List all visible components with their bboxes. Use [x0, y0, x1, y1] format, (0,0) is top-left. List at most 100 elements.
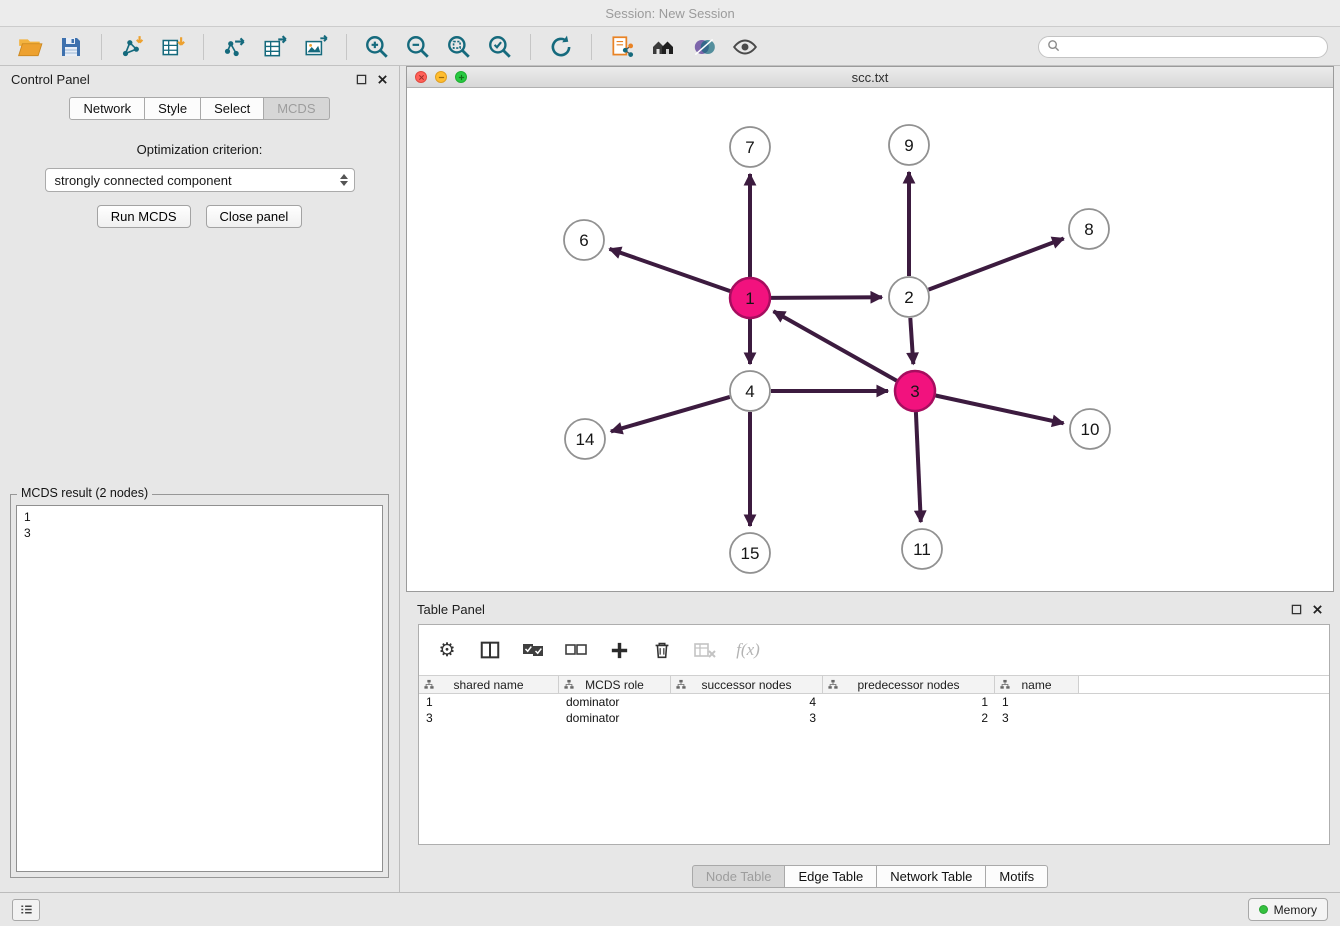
column-header-mcds-role[interactable]: MCDS role — [559, 676, 671, 693]
select-all-checkboxes-icon[interactable] — [519, 636, 547, 664]
search-icon — [1047, 39, 1060, 55]
column-header-shared-name[interactable]: shared name — [419, 676, 559, 693]
tab-edge-table[interactable]: Edge Table — [785, 865, 877, 888]
trash-icon[interactable] — [648, 636, 676, 664]
graph-node-6[interactable]: 6 — [564, 220, 604, 260]
dropdown-selected-value: strongly connected component — [55, 173, 232, 188]
houses-icon[interactable] — [645, 32, 681, 62]
minimize-window-icon[interactable] — [435, 71, 447, 83]
table-cell: 2 — [823, 710, 995, 726]
close-panel-button[interactable]: Close panel — [206, 205, 303, 228]
column-header-name[interactable]: name — [995, 676, 1079, 693]
style-icon[interactable] — [686, 32, 722, 62]
graph-node-15[interactable]: 15 — [730, 533, 770, 573]
import-network-icon[interactable] — [114, 32, 150, 62]
tab-mcds[interactable]: MCDS — [264, 97, 329, 120]
table-cell: 1 — [823, 694, 995, 710]
zoom-selected-icon[interactable] — [482, 32, 518, 62]
mcds-result-list[interactable]: 13 — [16, 505, 383, 872]
export-network-icon[interactable] — [216, 32, 252, 62]
tab-node-table[interactable]: Node Table — [692, 865, 786, 888]
column-header-successor-nodes[interactable]: successor nodes — [671, 676, 823, 693]
list-icon-button[interactable] — [12, 899, 40, 921]
tab-network-table[interactable]: Network Table — [877, 865, 986, 888]
svg-text:11: 11 — [913, 540, 931, 559]
table-cell: dominator — [559, 694, 671, 710]
zoom-in-icon[interactable] — [359, 32, 395, 62]
node-table-container: ⚙ f(x) — [418, 624, 1330, 845]
graph-node-4[interactable]: 4 — [730, 371, 770, 411]
tab-motifs[interactable]: Motifs — [986, 865, 1048, 888]
columns-icon[interactable] — [476, 636, 504, 664]
optimization-criterion-dropdown[interactable]: strongly connected component — [45, 168, 355, 192]
open-folder-icon[interactable] — [12, 32, 48, 62]
svg-text:9: 9 — [904, 136, 913, 155]
memory-button[interactable]: Memory — [1248, 898, 1328, 921]
tab-select[interactable]: Select — [201, 97, 264, 120]
import-table-icon[interactable] — [155, 32, 191, 62]
add-icon[interactable] — [605, 636, 633, 664]
network-window-titlebar[interactable]: scc.txt — [407, 67, 1333, 88]
close-window-icon[interactable] — [415, 71, 427, 83]
toolbar-separator — [101, 34, 102, 60]
zoom-out-icon[interactable] — [400, 32, 436, 62]
tab-network[interactable]: Network — [69, 97, 145, 120]
graph-edge[interactable] — [610, 249, 731, 291]
close-panel-icon[interactable] — [1312, 604, 1323, 615]
svg-text:8: 8 — [1084, 220, 1093, 239]
graph-node-7[interactable]: 7 — [730, 127, 770, 167]
dropdown-stepper-icon — [340, 174, 348, 186]
svg-text:3: 3 — [910, 382, 919, 401]
table-row[interactable]: 3dominator323 — [419, 710, 1329, 726]
network-from-selection-icon[interactable] — [604, 32, 640, 62]
close-panel-icon[interactable] — [377, 74, 388, 85]
toolbar-separator — [591, 34, 592, 60]
graph-edge[interactable] — [936, 396, 1064, 424]
graph-node-8[interactable]: 8 — [1069, 209, 1109, 249]
toolbar-separator — [203, 34, 204, 60]
result-item[interactable]: 3 — [17, 525, 382, 541]
float-panel-icon[interactable] — [1291, 604, 1302, 615]
search-field[interactable] — [1038, 36, 1328, 58]
graph-node-9[interactable]: 9 — [889, 125, 929, 165]
graph-edge[interactable] — [611, 397, 730, 432]
control-panel: Control Panel Network Style Select MCDS … — [0, 66, 400, 892]
delete-table-icon — [691, 636, 719, 664]
graph-edge[interactable] — [916, 412, 921, 522]
graph-edge[interactable] — [774, 311, 897, 380]
graph-edge[interactable] — [910, 318, 913, 364]
column-header-label: successor nodes — [701, 678, 791, 692]
graph-node-1[interactable]: 1 — [730, 278, 770, 318]
maximize-window-icon[interactable] — [455, 71, 467, 83]
table-header-row: shared nameMCDS role successor nodes prede… — [419, 675, 1329, 694]
save-icon[interactable] — [53, 32, 89, 62]
table-row[interactable]: 1dominator411 — [419, 694, 1329, 710]
search-input[interactable] — [1065, 40, 1319, 54]
graph-edge[interactable] — [771, 297, 882, 298]
float-panel-icon[interactable] — [356, 74, 367, 85]
result-item[interactable]: 1 — [17, 509, 382, 525]
eye-icon[interactable] — [727, 32, 763, 62]
run-mcds-button[interactable]: Run MCDS — [97, 205, 191, 228]
graph-edge[interactable] — [929, 239, 1064, 290]
unselect-all-checkboxes-icon[interactable] — [562, 636, 590, 664]
mcds-panel-body: Optimization criterion: strongly connect… — [0, 120, 399, 228]
svg-text:6: 6 — [579, 231, 588, 250]
column-header-predecessor-nodes[interactable]: predecessor nodes — [823, 676, 995, 693]
table-panel-title: Table Panel — [417, 602, 485, 617]
graph-node-14[interactable]: 14 — [565, 419, 605, 459]
svg-text:14: 14 — [576, 430, 595, 449]
toolbar-separator — [346, 34, 347, 60]
graph-node-11[interactable]: 11 — [902, 529, 942, 569]
tab-style[interactable]: Style — [145, 97, 201, 120]
network-canvas[interactable]: 7 9 6 8 1 2 4 3 14 10 15 11 — [407, 88, 1333, 591]
graph-node-2[interactable]: 2 — [889, 277, 929, 317]
export-image-icon[interactable] — [298, 32, 334, 62]
graph-node-10[interactable]: 10 — [1070, 409, 1110, 449]
graph-node-3[interactable]: 3 — [895, 371, 935, 411]
gear-icon[interactable]: ⚙ — [433, 636, 461, 664]
column-sort-icon — [564, 679, 574, 693]
refresh-icon[interactable] — [543, 32, 579, 62]
export-table-icon[interactable] — [257, 32, 293, 62]
zoom-fit-icon[interactable] — [441, 32, 477, 62]
